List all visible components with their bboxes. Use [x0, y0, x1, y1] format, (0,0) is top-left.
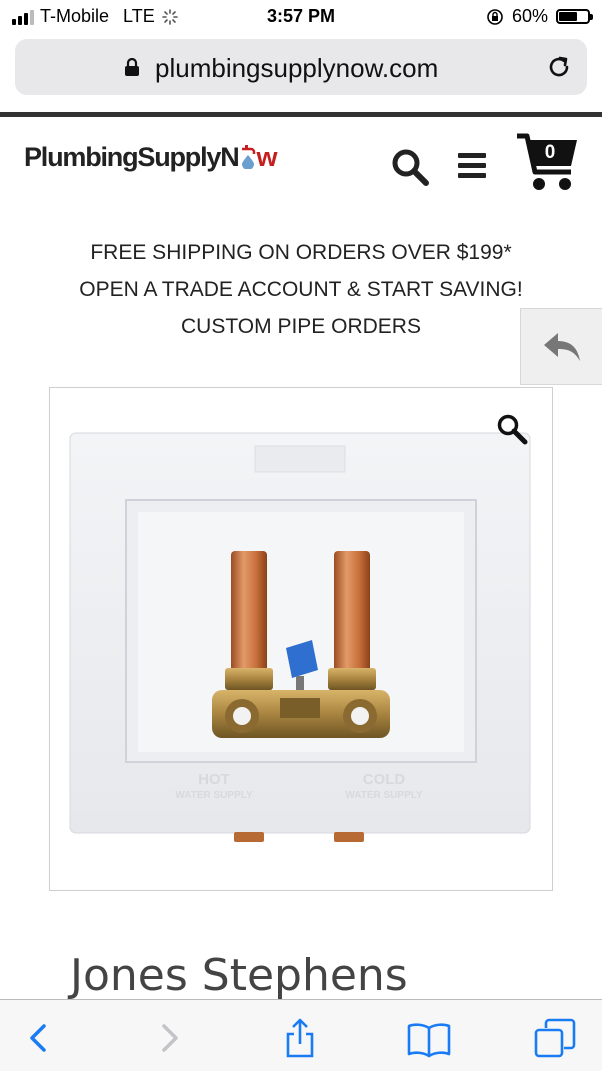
promo-custom-pipe[interactable]: CUSTOM PIPE ORDERS	[0, 315, 602, 339]
menu-icon[interactable]	[456, 150, 488, 180]
faucet-drop-icon	[241, 145, 255, 170]
cold-sub-label: WATER SUPPLY	[345, 790, 423, 801]
battery-icon	[556, 9, 593, 24]
reply-arrow-icon	[544, 333, 580, 361]
reload-icon[interactable]	[545, 53, 573, 81]
hot-label: HOT	[198, 771, 230, 788]
rotation-lock-icon	[487, 8, 503, 25]
forward-icon[interactable]	[152, 1018, 188, 1058]
product-image: HOT WATER SUPPLY COLD WATER SUPPLY	[69, 432, 531, 842]
zoom-icon[interactable]	[496, 413, 528, 445]
hot-sub-label: WATER SUPPLY	[175, 790, 253, 801]
url-text: plumbingsupplynow.com	[155, 53, 439, 83]
browser-toolbar	[0, 999, 602, 1071]
product-brand[interactable]: Jones Stephens	[70, 950, 408, 1001]
back-to-previous-button[interactable]	[520, 308, 602, 385]
lock-icon	[125, 58, 139, 76]
toolbar-divider	[0, 112, 602, 117]
bookmarks-icon[interactable]	[406, 1018, 452, 1058]
site-logo[interactable]: PlumbingSupplyN w	[24, 142, 278, 173]
search-icon[interactable]	[390, 147, 430, 187]
logo-text: PlumbingSupplyN	[24, 142, 240, 172]
back-icon[interactable]	[22, 1018, 58, 1058]
promo-trade-account[interactable]: OPEN A TRADE ACCOUNT & START SAVING!	[0, 278, 602, 302]
logo-text-end: w	[256, 142, 278, 172]
share-icon[interactable]	[282, 1018, 318, 1058]
battery-percent: 60%	[511, 6, 548, 26]
cold-label: COLD	[363, 771, 406, 788]
battery-info: 60%	[486, 6, 593, 27]
tabs-icon[interactable]	[534, 1018, 576, 1058]
product-image-container[interactable]: HOT WATER SUPPLY COLD WATER SUPPLY	[49, 387, 553, 891]
address-bar[interactable]: plumbingsupplynow.com	[15, 39, 587, 95]
promo-free-shipping[interactable]: FREE SHIPPING ON ORDERS OVER $199*	[0, 241, 602, 265]
cart-count: 0	[544, 142, 556, 163]
status-bar: T-Mobile LTE 3:57 PM 60%	[0, 0, 602, 34]
